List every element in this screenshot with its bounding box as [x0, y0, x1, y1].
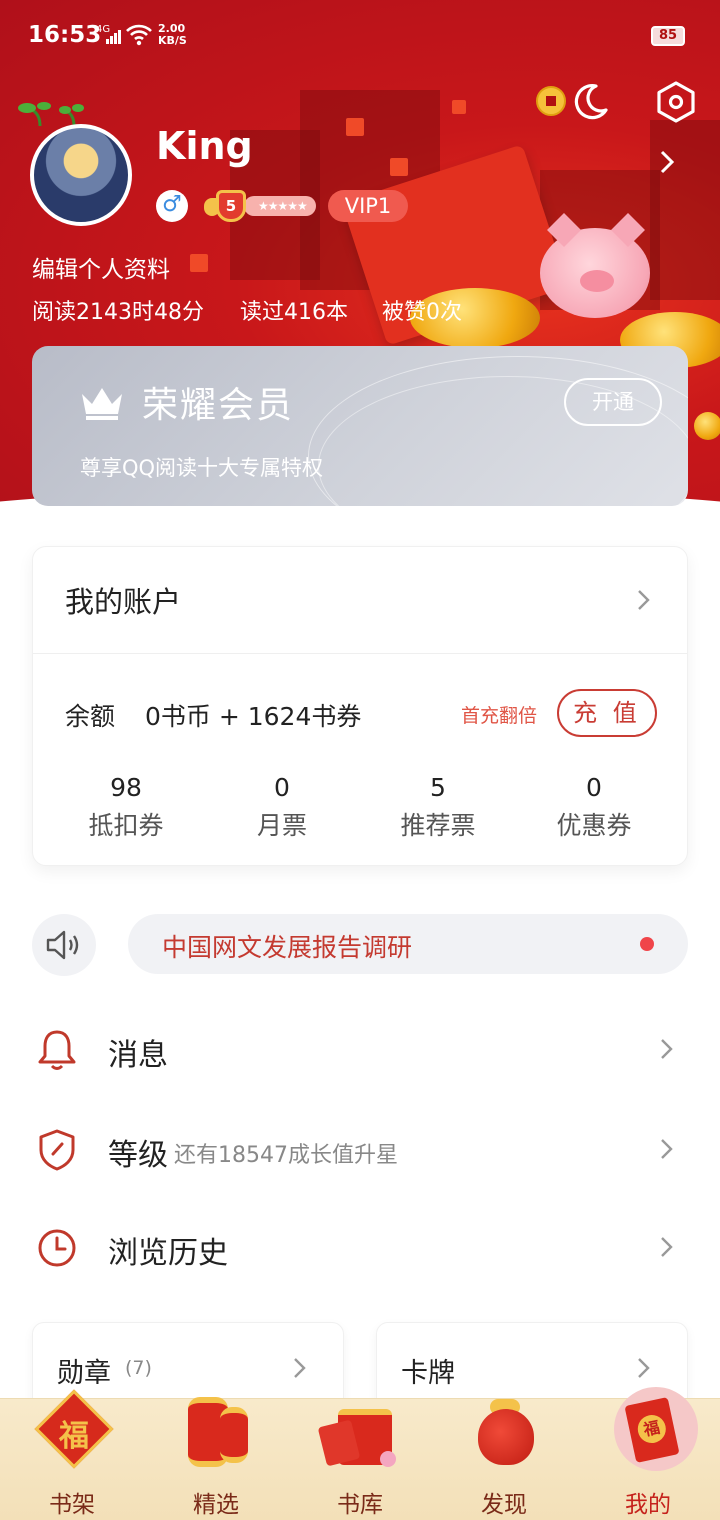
- menu-history[interactable]: 浏览历史: [0, 1204, 720, 1294]
- ticket-label: 优惠券: [556, 811, 632, 840]
- likes-count: 被赞0次: [382, 300, 462, 325]
- chevron-right-icon: [294, 1358, 306, 1378]
- pig-decoration: [540, 213, 650, 318]
- chevron-right-icon[interactable]: [656, 148, 678, 176]
- recharge-button[interactable]: 充 值: [557, 689, 657, 737]
- menu-level[interactable]: 等级 还有18547成长值升星: [0, 1106, 720, 1196]
- speaker-button[interactable]: [32, 914, 96, 976]
- drum-icon: [317, 1389, 400, 1481]
- bottom-nav: 福 书架 精选 书库 发现 福 我的: [0, 1387, 720, 1520]
- balance-value: 0书币 + 1624书券: [145, 702, 362, 731]
- notice-text: 中国网文发展报告调研: [162, 933, 413, 962]
- lamp-decoration: [452, 100, 466, 114]
- avatar[interactable]: [30, 124, 132, 226]
- nav-label: 我的: [625, 1492, 671, 1518]
- network-speed: 2.00 KB/S: [158, 23, 187, 47]
- bell-icon: [38, 1030, 76, 1070]
- username[interactable]: King: [156, 124, 253, 168]
- shield-icon: [39, 1129, 75, 1171]
- red-packet-icon: 福: [608, 1387, 698, 1481]
- ticket-label: 推荐票: [400, 811, 476, 840]
- menu-sublabel: 还有18547成长值升星: [174, 1143, 398, 1168]
- nav-featured[interactable]: 精选: [144, 1397, 288, 1520]
- night-mode-icon[interactable]: [570, 82, 610, 122]
- nav-label: 书架: [49, 1492, 95, 1518]
- lamp-decoration: [346, 118, 364, 136]
- first-recharge-double: 首充翻倍: [461, 705, 538, 727]
- vip-membership-card[interactable]: 荣耀会员 尊享QQ阅读十大专属特权 开通: [32, 346, 688, 506]
- nav-label: 精选: [193, 1492, 239, 1518]
- unread-dot: [640, 937, 654, 951]
- coin-icon[interactable]: [536, 86, 566, 116]
- ticket-label: 月票: [256, 811, 307, 840]
- signal-icon: [106, 28, 122, 44]
- pouch-icon: [464, 1389, 544, 1481]
- card-count: (7): [125, 1357, 152, 1379]
- clock-icon: [38, 1229, 76, 1267]
- ticket-label: 抵扣券: [88, 811, 164, 840]
- chevron-right-icon: [638, 1358, 650, 1378]
- speaker-icon: [46, 930, 79, 960]
- status-bar: 16:53 4G 2.00 KB/S 85: [0, 0, 720, 72]
- avatar-container[interactable]: [18, 100, 138, 228]
- battery-icon: 85: [651, 26, 685, 46]
- menu-messages[interactable]: 消息: [0, 1006, 720, 1096]
- card-title: 勋章: [57, 1358, 111, 1389]
- vip-title: 荣耀会员: [142, 385, 295, 426]
- nav-label: 发现: [481, 1492, 527, 1518]
- edit-profile-link[interactable]: 编辑个人资料: [32, 250, 170, 284]
- settings-hexagon-icon[interactable]: [654, 80, 698, 124]
- ticket-count: 5: [430, 773, 446, 802]
- account-card: 我的账户 余额 0书币 + 1624书券 首充翻倍 充 值 98 抵扣券 0 月…: [32, 546, 688, 866]
- ticket-count: 98: [110, 773, 142, 802]
- building-decoration: [650, 120, 720, 300]
- nav-label: 书库: [337, 1492, 383, 1518]
- nav-library[interactable]: 书库: [288, 1399, 432, 1520]
- lantern-icon: [176, 1389, 256, 1481]
- notice-banner[interactable]: 中国网文发展报告调研: [128, 914, 688, 974]
- status-time: 16:53: [28, 22, 102, 48]
- menu-label: 等级: [108, 1138, 168, 1173]
- ticket-deduction[interactable]: 98 抵扣券: [61, 773, 191, 842]
- vip-badge[interactable]: VIP1: [328, 190, 408, 222]
- speed-unit: KB/S: [158, 34, 187, 47]
- ticket-monthly[interactable]: 0 月票: [217, 773, 347, 842]
- vip-open-button[interactable]: 开通: [564, 378, 662, 426]
- chevron-right-icon: [661, 1139, 673, 1159]
- vip-subtitle: 尊享QQ阅读十大专属特权: [80, 456, 324, 480]
- divider: [33, 653, 687, 654]
- level-badge[interactable]: ★★★★★ 5: [204, 190, 316, 222]
- card-title: 卡牌: [401, 1358, 455, 1389]
- ticket-recommend[interactable]: 5 推荐票: [373, 773, 503, 842]
- level-number: 5: [216, 190, 246, 222]
- chevron-right-icon[interactable]: [633, 587, 653, 613]
- menu-label: 消息: [108, 1038, 168, 1073]
- read-time: 阅读2143时48分: [32, 300, 204, 325]
- chevron-right-icon: [661, 1039, 673, 1059]
- menu-label: 浏览历史: [108, 1236, 228, 1271]
- coin-decoration: [694, 412, 720, 440]
- male-gender-icon: ♂: [156, 190, 188, 222]
- account-title[interactable]: 我的账户: [65, 579, 181, 621]
- ticket-count: 0: [274, 773, 290, 802]
- balance-label: 余额: [65, 702, 116, 731]
- level-stars: ★★★★★: [244, 196, 316, 216]
- crown-icon: [82, 388, 122, 420]
- nav-bookshelf[interactable]: 福 书架: [0, 1389, 144, 1520]
- lamp-decoration: [190, 254, 208, 272]
- nav-mine[interactable]: 福 我的: [576, 1387, 720, 1520]
- books-read: 读过416本: [240, 300, 348, 325]
- lamp-decoration: [390, 158, 408, 176]
- ticket-coupon[interactable]: 0 优惠券: [529, 773, 659, 842]
- ticket-count: 0: [586, 773, 602, 802]
- nav-discover[interactable]: 发现: [432, 1399, 576, 1520]
- fu-icon: 福: [32, 1389, 114, 1481]
- chevron-right-icon: [661, 1237, 673, 1257]
- wifi-icon: [126, 24, 152, 51]
